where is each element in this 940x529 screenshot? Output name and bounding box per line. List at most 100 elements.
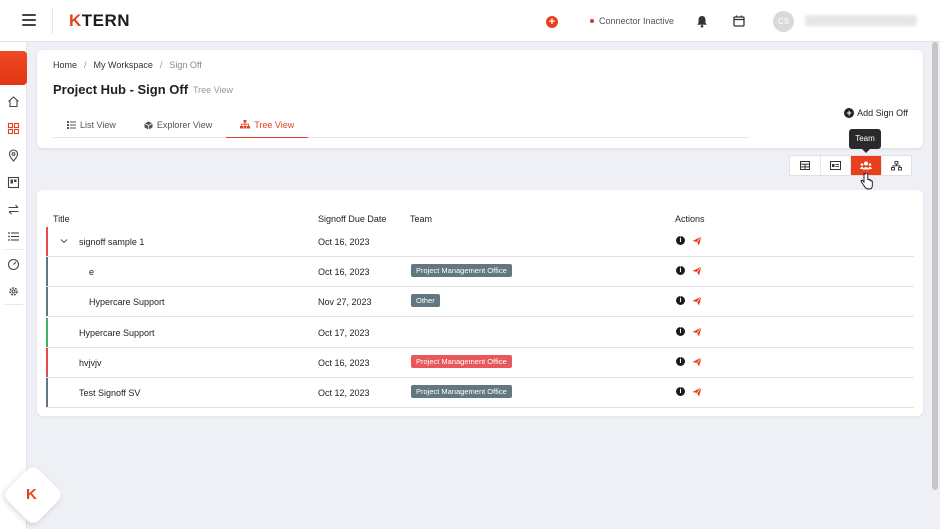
column-header-due-date[interactable]: Signoff Due Date (318, 214, 386, 224)
assistant-logo-icon[interactable]: K (26, 486, 37, 503)
avatar[interactable]: CS (773, 11, 794, 32)
row-title[interactable]: hvjvjv (79, 358, 102, 368)
tab-label: Tree View (254, 119, 295, 130)
location-pin-icon[interactable] (7, 149, 20, 162)
plus-circle-icon: + (844, 108, 855, 118)
status-dot-icon (590, 19, 594, 23)
page-subtitle: Tree View (193, 85, 234, 95)
page-title: Project Hub - Sign Off (53, 82, 189, 97)
calendar-icon[interactable] (733, 15, 745, 27)
info-icon[interactable]: i (676, 357, 685, 366)
row-status-bar (46, 378, 48, 407)
add-signoff-label: Add Sign Off (857, 108, 908, 118)
row-status-bar (46, 318, 48, 347)
table-row[interactable]: e Oct 16, 2023 Project Management Office i (46, 257, 914, 287)
breadcrumb-separator: / (159, 60, 163, 70)
sidebar-accent (0, 51, 27, 85)
row-due-date: Oct 16, 2023 (318, 358, 370, 368)
send-icon[interactable] (692, 236, 702, 246)
send-icon[interactable] (692, 296, 702, 306)
add-signoff-button[interactable]: + Add Sign Off (844, 108, 908, 118)
info-icon[interactable]: i (676, 266, 685, 275)
row-status-bar (46, 287, 48, 316)
menu-icon[interactable] (22, 14, 36, 26)
row-due-date: Nov 27, 2023 (318, 297, 372, 307)
table-row[interactable]: signoff sample 1 Oct 16, 2023 i (46, 227, 914, 257)
send-icon[interactable] (692, 387, 702, 397)
row-title[interactable]: signoff sample 1 (79, 237, 144, 247)
info-icon[interactable]: i (676, 327, 685, 336)
divider (52, 8, 53, 34)
list-icon[interactable] (7, 230, 20, 243)
tab-tree-view[interactable]: Tree View (226, 112, 309, 138)
table-icon (799, 161, 810, 170)
gear-icon[interactable] (7, 285, 20, 298)
team-badge: Project Management Office (411, 355, 512, 368)
connector-status-label: Connector Inactive (599, 16, 675, 26)
row-title[interactable]: Test Signoff SV (79, 388, 140, 398)
hierarchy-view-button[interactable] (882, 156, 912, 175)
top-bar: KTERN + Connector Inactive CS (0, 0, 940, 42)
card-view-button[interactable] (821, 156, 851, 175)
tab-list-view[interactable]: List View (53, 112, 130, 138)
send-icon[interactable] (692, 327, 702, 337)
table-row[interactable]: Test Signoff SV Oct 12, 2023 Project Manag… (46, 378, 914, 408)
board-icon[interactable] (7, 176, 20, 189)
breadcrumb-workspace[interactable]: My Workspace (94, 60, 153, 70)
app-logo[interactable]: KTERN (69, 11, 130, 31)
sidebar (0, 42, 27, 529)
tree-icon (240, 120, 251, 129)
view-tabs: List View Explorer View Tree View (53, 112, 749, 138)
column-header-actions: Actions (675, 214, 705, 224)
row-due-date: Oct 16, 2023 (318, 267, 370, 277)
row-status-bar (46, 348, 48, 377)
row-due-date: Oct 16, 2023 (318, 237, 370, 247)
row-title[interactable]: e (89, 267, 94, 277)
row-status-bar (46, 257, 48, 286)
row-title[interactable]: Hypercare Support (79, 328, 155, 338)
breadcrumb-home[interactable]: Home (53, 60, 77, 70)
grid-icon[interactable] (7, 122, 20, 135)
row-status-bar (46, 227, 48, 256)
tab-explorer-view[interactable]: Explorer View (130, 112, 226, 138)
team-badge: Project Management Office (411, 264, 512, 277)
scrollbar[interactable] (932, 42, 938, 490)
table-view-button[interactable] (790, 156, 821, 175)
view-toggle-group (789, 155, 912, 176)
info-icon[interactable]: i (676, 236, 685, 245)
send-icon[interactable] (692, 266, 702, 276)
transfer-icon[interactable] (7, 203, 20, 216)
column-header-title[interactable]: Title (53, 214, 70, 224)
team-icon (859, 161, 872, 170)
sitemap-icon (890, 160, 902, 170)
info-icon[interactable]: i (676, 296, 685, 305)
info-icon[interactable]: i (676, 387, 685, 396)
dashboard-gauge-icon[interactable] (7, 258, 20, 271)
row-title[interactable]: Hypercare Support (89, 297, 165, 307)
tooltip: Team (849, 129, 881, 153)
sidebar-divider (4, 304, 23, 305)
hand-cursor-icon (860, 173, 873, 190)
chevron-down-icon[interactable] (60, 237, 68, 245)
tab-label: List View (80, 120, 116, 130)
home-icon[interactable] (7, 95, 20, 108)
add-circle-icon[interactable]: + (546, 16, 558, 28)
page-header: Home / My Workspace / Sign Off Project H… (37, 50, 923, 148)
table-row[interactable]: Hypercare Support Oct 17, 2023 i (46, 318, 914, 348)
column-header-team[interactable]: Team (410, 214, 432, 224)
breadcrumb-separator: / (84, 60, 87, 70)
row-due-date: Oct 12, 2023 (318, 388, 370, 398)
sidebar-divider (4, 249, 23, 250)
cube-icon (144, 121, 153, 129)
list-icon (67, 121, 76, 129)
table-row[interactable]: hvjvjv Oct 16, 2023 Project Management Off… (46, 348, 914, 378)
id-card-icon (829, 161, 841, 170)
user-name[interactable] (805, 15, 917, 26)
breadcrumb: Home / My Workspace / Sign Off (53, 60, 202, 70)
signoff-table: Title Signoff Due Date Team Actions sign… (37, 190, 923, 416)
bell-icon[interactable] (696, 15, 708, 28)
team-badge: Other (411, 294, 440, 307)
connector-status[interactable]: Connector Inactive (590, 16, 674, 26)
table-row[interactable]: Hypercare Support Nov 27, 2023 Other i (46, 287, 914, 317)
send-icon[interactable] (692, 357, 702, 367)
